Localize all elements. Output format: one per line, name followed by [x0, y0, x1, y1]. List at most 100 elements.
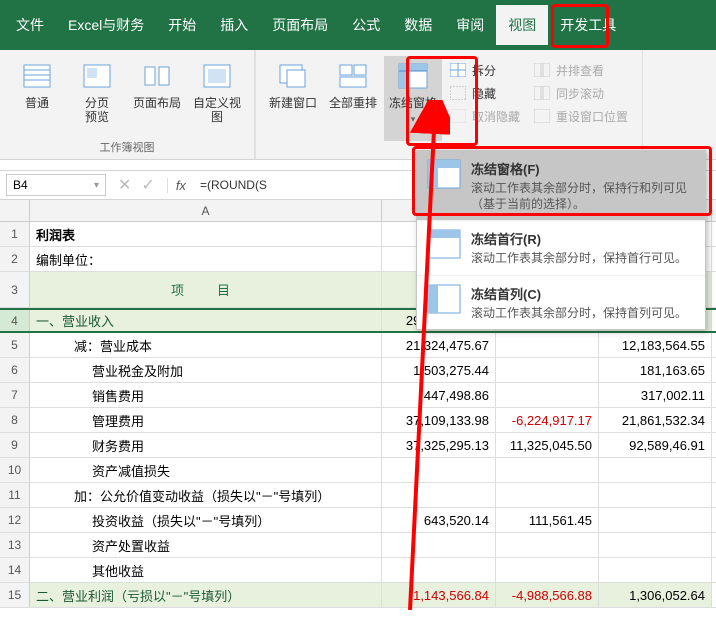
- tab-insert[interactable]: 插入: [208, 5, 260, 45]
- cell[interactable]: [382, 533, 496, 557]
- arrange-all-button[interactable]: 全部重排: [324, 56, 382, 141]
- accept-formula-icon[interactable]: ✓: [141, 175, 154, 195]
- cell[interactable]: 财务费用: [30, 433, 382, 457]
- row-header[interactable]: 2: [0, 247, 30, 271]
- cell[interactable]: [382, 483, 496, 507]
- tab-developer[interactable]: 开发工具: [548, 5, 628, 45]
- formula-input[interactable]: [194, 174, 361, 196]
- cell[interactable]: -6,224,917.17: [496, 408, 599, 432]
- cell[interactable]: [599, 558, 712, 582]
- cell[interactable]: 项 目: [30, 272, 382, 307]
- freeze-top-row-option[interactable]: 冻结首行(R)滚动工作表其余部分时，保持首行可见。: [417, 221, 705, 275]
- tab-data[interactable]: 数据: [392, 5, 444, 45]
- cell[interactable]: 二、营业利润（亏损以"－"号填列）: [30, 583, 382, 607]
- row-header[interactable]: 15: [0, 583, 30, 607]
- select-all-corner[interactable]: [0, 200, 30, 221]
- cell[interactable]: 21,861,532.34: [599, 408, 712, 432]
- cell[interactable]: [599, 458, 712, 482]
- tab-file[interactable]: 文件: [4, 5, 56, 45]
- cell[interactable]: 12,183,564.55: [599, 333, 712, 357]
- split-button[interactable]: 拆分: [446, 60, 524, 81]
- page-layout-view-button[interactable]: 页面布局: [128, 56, 186, 137]
- new-window-button[interactable]: 新建窗口: [264, 56, 322, 141]
- freeze-panes-button[interactable]: 冻结窗格 ▾: [384, 56, 442, 141]
- cell[interactable]: 1,306,052.64: [599, 583, 712, 607]
- tab-excel-finance[interactable]: Excel与财务: [56, 5, 156, 45]
- cell[interactable]: [496, 483, 599, 507]
- cell[interactable]: 管理费用: [30, 408, 382, 432]
- row-header[interactable]: 8: [0, 408, 30, 432]
- custom-views-icon: [201, 60, 233, 92]
- row-header[interactable]: 14: [0, 558, 30, 582]
- ribbon-body: 普通 分页 预览 页面布局 自定义视图 工作簿视图 新建窗口: [0, 50, 716, 160]
- cell[interactable]: [496, 558, 599, 582]
- row-6: 6营业税金及附加1,503,275.44 181,163.65: [0, 358, 716, 383]
- cell[interactable]: [496, 333, 599, 357]
- cell[interactable]: 11,325,045.50: [496, 433, 599, 457]
- row-header[interactable]: 11: [0, 483, 30, 507]
- cell[interactable]: [382, 558, 496, 582]
- tab-review[interactable]: 审阅: [444, 5, 496, 45]
- row-12: 12投资收益（损失以"－"号填列）643,520.14111,561.45: [0, 508, 716, 533]
- cell[interactable]: 21,324,475.67: [382, 333, 496, 357]
- cell[interactable]: [599, 533, 712, 557]
- column-header-a[interactable]: A: [30, 200, 382, 221]
- cell[interactable]: 资产处置收益: [30, 533, 382, 557]
- cell[interactable]: [599, 508, 712, 532]
- row-5: 5减：营业成本21,324,475.67 12,183,564.55: [0, 333, 716, 358]
- cell[interactable]: 317,002.11: [599, 383, 712, 407]
- cell[interactable]: -4,988,566.88: [496, 583, 599, 607]
- cell[interactable]: [496, 358, 599, 382]
- side-by-side-icon: [534, 63, 550, 79]
- cell[interactable]: 营业税金及附加: [30, 358, 382, 382]
- row-header[interactable]: 7: [0, 383, 30, 407]
- cell[interactable]: 37,109,133.98: [382, 408, 496, 432]
- row-header[interactable]: 10: [0, 458, 30, 482]
- cell[interactable]: 447,498.86: [382, 383, 496, 407]
- cell[interactable]: -1,143,566.84: [382, 583, 496, 607]
- row-header[interactable]: 5: [0, 333, 30, 357]
- cell[interactable]: 1,503,275.44: [382, 358, 496, 382]
- fx-label-icon[interactable]: fx: [167, 178, 194, 193]
- row-header[interactable]: 4: [0, 310, 30, 331]
- cell[interactable]: 643,520.14: [382, 508, 496, 532]
- cell[interactable]: 92,589,46.91: [599, 433, 712, 457]
- cell[interactable]: 加：公允价值变动收益（损失以"－"号填列）: [30, 483, 382, 507]
- row-header[interactable]: 6: [0, 358, 30, 382]
- freeze-first-col-option[interactable]: 冻结首列(C)滚动工作表其余部分时，保持首列可见。: [417, 276, 705, 329]
- hide-button[interactable]: 隐藏: [446, 83, 524, 104]
- tab-page-layout[interactable]: 页面布局: [260, 5, 340, 45]
- normal-view-button[interactable]: 普通: [8, 56, 66, 137]
- cell[interactable]: [496, 533, 599, 557]
- page-break-preview-button[interactable]: 分页 预览: [68, 56, 126, 137]
- row-header[interactable]: 3: [0, 272, 30, 307]
- cell[interactable]: 一、营业收入: [30, 310, 382, 331]
- cell[interactable]: 111,561.45: [496, 508, 599, 532]
- row-header[interactable]: 12: [0, 508, 30, 532]
- cell[interactable]: 利润表: [30, 222, 382, 246]
- ribbon-group-window: 新建窗口 全部重排 冻结窗格 ▾ 拆分 隐藏 取消隐藏 并排查看 同步滚动 重设…: [255, 50, 643, 159]
- cancel-formula-icon[interactable]: ✕: [118, 175, 131, 195]
- new-window-icon: [277, 60, 309, 92]
- cell[interactable]: 其他收益: [30, 558, 382, 582]
- cell[interactable]: [599, 483, 712, 507]
- cell[interactable]: [496, 383, 599, 407]
- cell[interactable]: [382, 458, 496, 482]
- cell[interactable]: 销售费用: [30, 383, 382, 407]
- freeze-panes-option[interactable]: 冻结窗格(F)滚动工作表其余部分时，保持行和列可见（基于当前的选择）。: [417, 151, 705, 221]
- cell[interactable]: 编制单位：: [30, 247, 382, 271]
- cell[interactable]: 投资收益（损失以"－"号填列）: [30, 508, 382, 532]
- row-header[interactable]: 1: [0, 222, 30, 246]
- tab-home[interactable]: 开始: [156, 5, 208, 45]
- custom-views-button[interactable]: 自定义视图: [188, 56, 246, 137]
- tab-formulas[interactable]: 公式: [340, 5, 392, 45]
- row-header[interactable]: 9: [0, 433, 30, 457]
- cell[interactable]: 减：营业成本: [30, 333, 382, 357]
- name-box[interactable]: B4▾: [6, 174, 106, 196]
- cell[interactable]: 37,325,295.13: [382, 433, 496, 457]
- tab-view[interactable]: 视图: [496, 5, 548, 45]
- row-header[interactable]: 13: [0, 533, 30, 557]
- cell[interactable]: 181,163.65: [599, 358, 712, 382]
- cell[interactable]: [496, 458, 599, 482]
- cell[interactable]: 资产减值损失: [30, 458, 382, 482]
